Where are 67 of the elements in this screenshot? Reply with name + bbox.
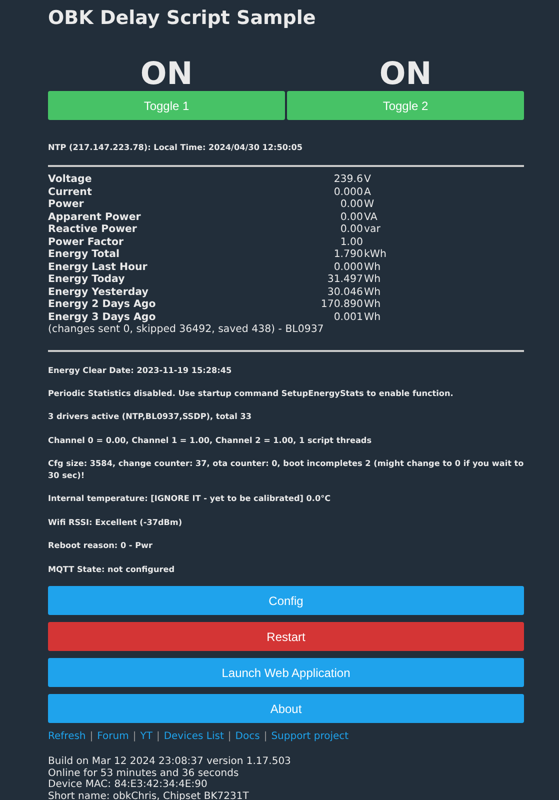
measurement-value: 239.6	[332, 174, 363, 186]
measurement-label: Energy Last Hour	[48, 262, 148, 274]
status-text: 3 drivers active (NTP,BL0937,SSDP), total 33	[48, 410, 252, 422]
footer-info: Build on Mar 12 2024 23:08:37 version 1.17.503	[48, 756, 292, 768]
footer-link[interactable]: Refresh	[48, 731, 86, 742]
ntp-time: NTP (217.147.223.78): Local Time: 2024/04/30 12:50:05	[48, 142, 304, 152]
measurement-unit: Wh	[363, 274, 382, 286]
measurement-unit: Wh	[363, 312, 382, 324]
measurement-value: 30.046	[326, 286, 363, 299]
measurement-unit: kWh	[363, 249, 388, 262]
measurement-unit: V	[363, 174, 372, 186]
status-text: Reboot reason: 0 - Pwr	[48, 539, 154, 552]
page-title: OBK Delay Script Sample	[48, 6, 317, 30]
measurement-label: Energy 3 Days Ago	[48, 312, 157, 324]
measurement-value: 170.890	[320, 299, 363, 312]
action-button[interactable]: About	[48, 694, 524, 724]
status-text: Energy Clear Date: 2023-11-19 15:28:45	[48, 364, 233, 376]
status-text: Channel 0 = 0.00, Channel 1 = 1.00, Channel 2 = 1.00, 1 script threads	[48, 434, 373, 446]
measurement-unit: VA	[363, 212, 378, 224]
status-text: MQTT State: not configured	[48, 562, 176, 575]
measurement-value: 0.000	[332, 262, 363, 274]
measurement-value: 0.001	[332, 312, 363, 324]
action-button[interactable]: Launch Web Application	[48, 658, 524, 688]
measurement-unit: Wh	[363, 262, 382, 274]
measurement-unit: var	[363, 224, 382, 236]
action-button[interactable]: Restart	[48, 622, 524, 652]
measurement-unit: W	[363, 199, 376, 212]
footer-link[interactable]: Forum	[97, 731, 129, 742]
measurement-label: Power Factor	[48, 236, 125, 249]
footer-link[interactable]: Docs	[235, 731, 260, 742]
footer-link[interactable]: YT	[140, 731, 152, 742]
measurement-label: Current	[48, 186, 93, 199]
link-separator: |	[264, 731, 268, 742]
footer-info: Device MAC: 84:E3:42:34:4E:90	[48, 779, 208, 791]
energy-note: (changes sent 0, skipped 36492, saved 438) - BL0937	[48, 324, 325, 336]
measurement-label: Power	[48, 199, 85, 212]
measurement-value: 31.497	[326, 274, 363, 286]
measurement-value: 0.00	[339, 212, 363, 224]
link-separator: |	[228, 731, 232, 742]
action-button[interactable]: Config	[48, 586, 524, 616]
relay-state: ON	[140, 57, 193, 91]
measurement-value: 1.790	[332, 249, 363, 262]
status-text: Periodic Statistics disabled. Use startup command SetupEnergyStats to enable function.	[48, 386, 454, 399]
measurement-label: Reactive Power	[48, 224, 138, 236]
measurement-label: Apparent Power	[48, 212, 142, 224]
footer-link[interactable]: Devices List	[164, 731, 224, 742]
link-separator: |	[156, 731, 160, 742]
measurement-label: Energy Total	[48, 249, 120, 262]
measurement-value: 1.00	[339, 236, 363, 249]
measurement-value: 0.00	[339, 224, 363, 236]
measurement-label: Energy 2 Days Ago	[48, 299, 157, 312]
link-separator: |	[90, 731, 94, 742]
status-text: Wifi RSSI: Excellent (-37dBm)	[48, 516, 184, 528]
measurement-label: Voltage	[48, 174, 93, 186]
measurement-value: 0.000	[332, 186, 363, 199]
measurement-value: 0.00	[339, 199, 363, 212]
measurement-unit: A	[363, 186, 372, 199]
status-text: Cfg size: 3584, change counter: 37, ota counter: 0, boot incompletes 2 (might change to 0 if you wait to 30 sec)!	[48, 457, 524, 482]
relay-state: ON	[379, 57, 432, 91]
measurement-unit: Wh	[363, 286, 382, 299]
measurement-unit: Wh	[363, 299, 382, 312]
measurement-label: Energy Yesterday	[48, 286, 150, 299]
status-text: Internal temperature: [IGNORE IT - yet to be calibrated] 0.0°C	[48, 492, 332, 504]
link-separator: |	[132, 731, 136, 742]
measurement-label: Energy Today	[48, 274, 126, 286]
footer-info: Online for 53 minutes and 36 seconds	[48, 768, 240, 779]
footer-link[interactable]: Support project	[271, 731, 349, 742]
